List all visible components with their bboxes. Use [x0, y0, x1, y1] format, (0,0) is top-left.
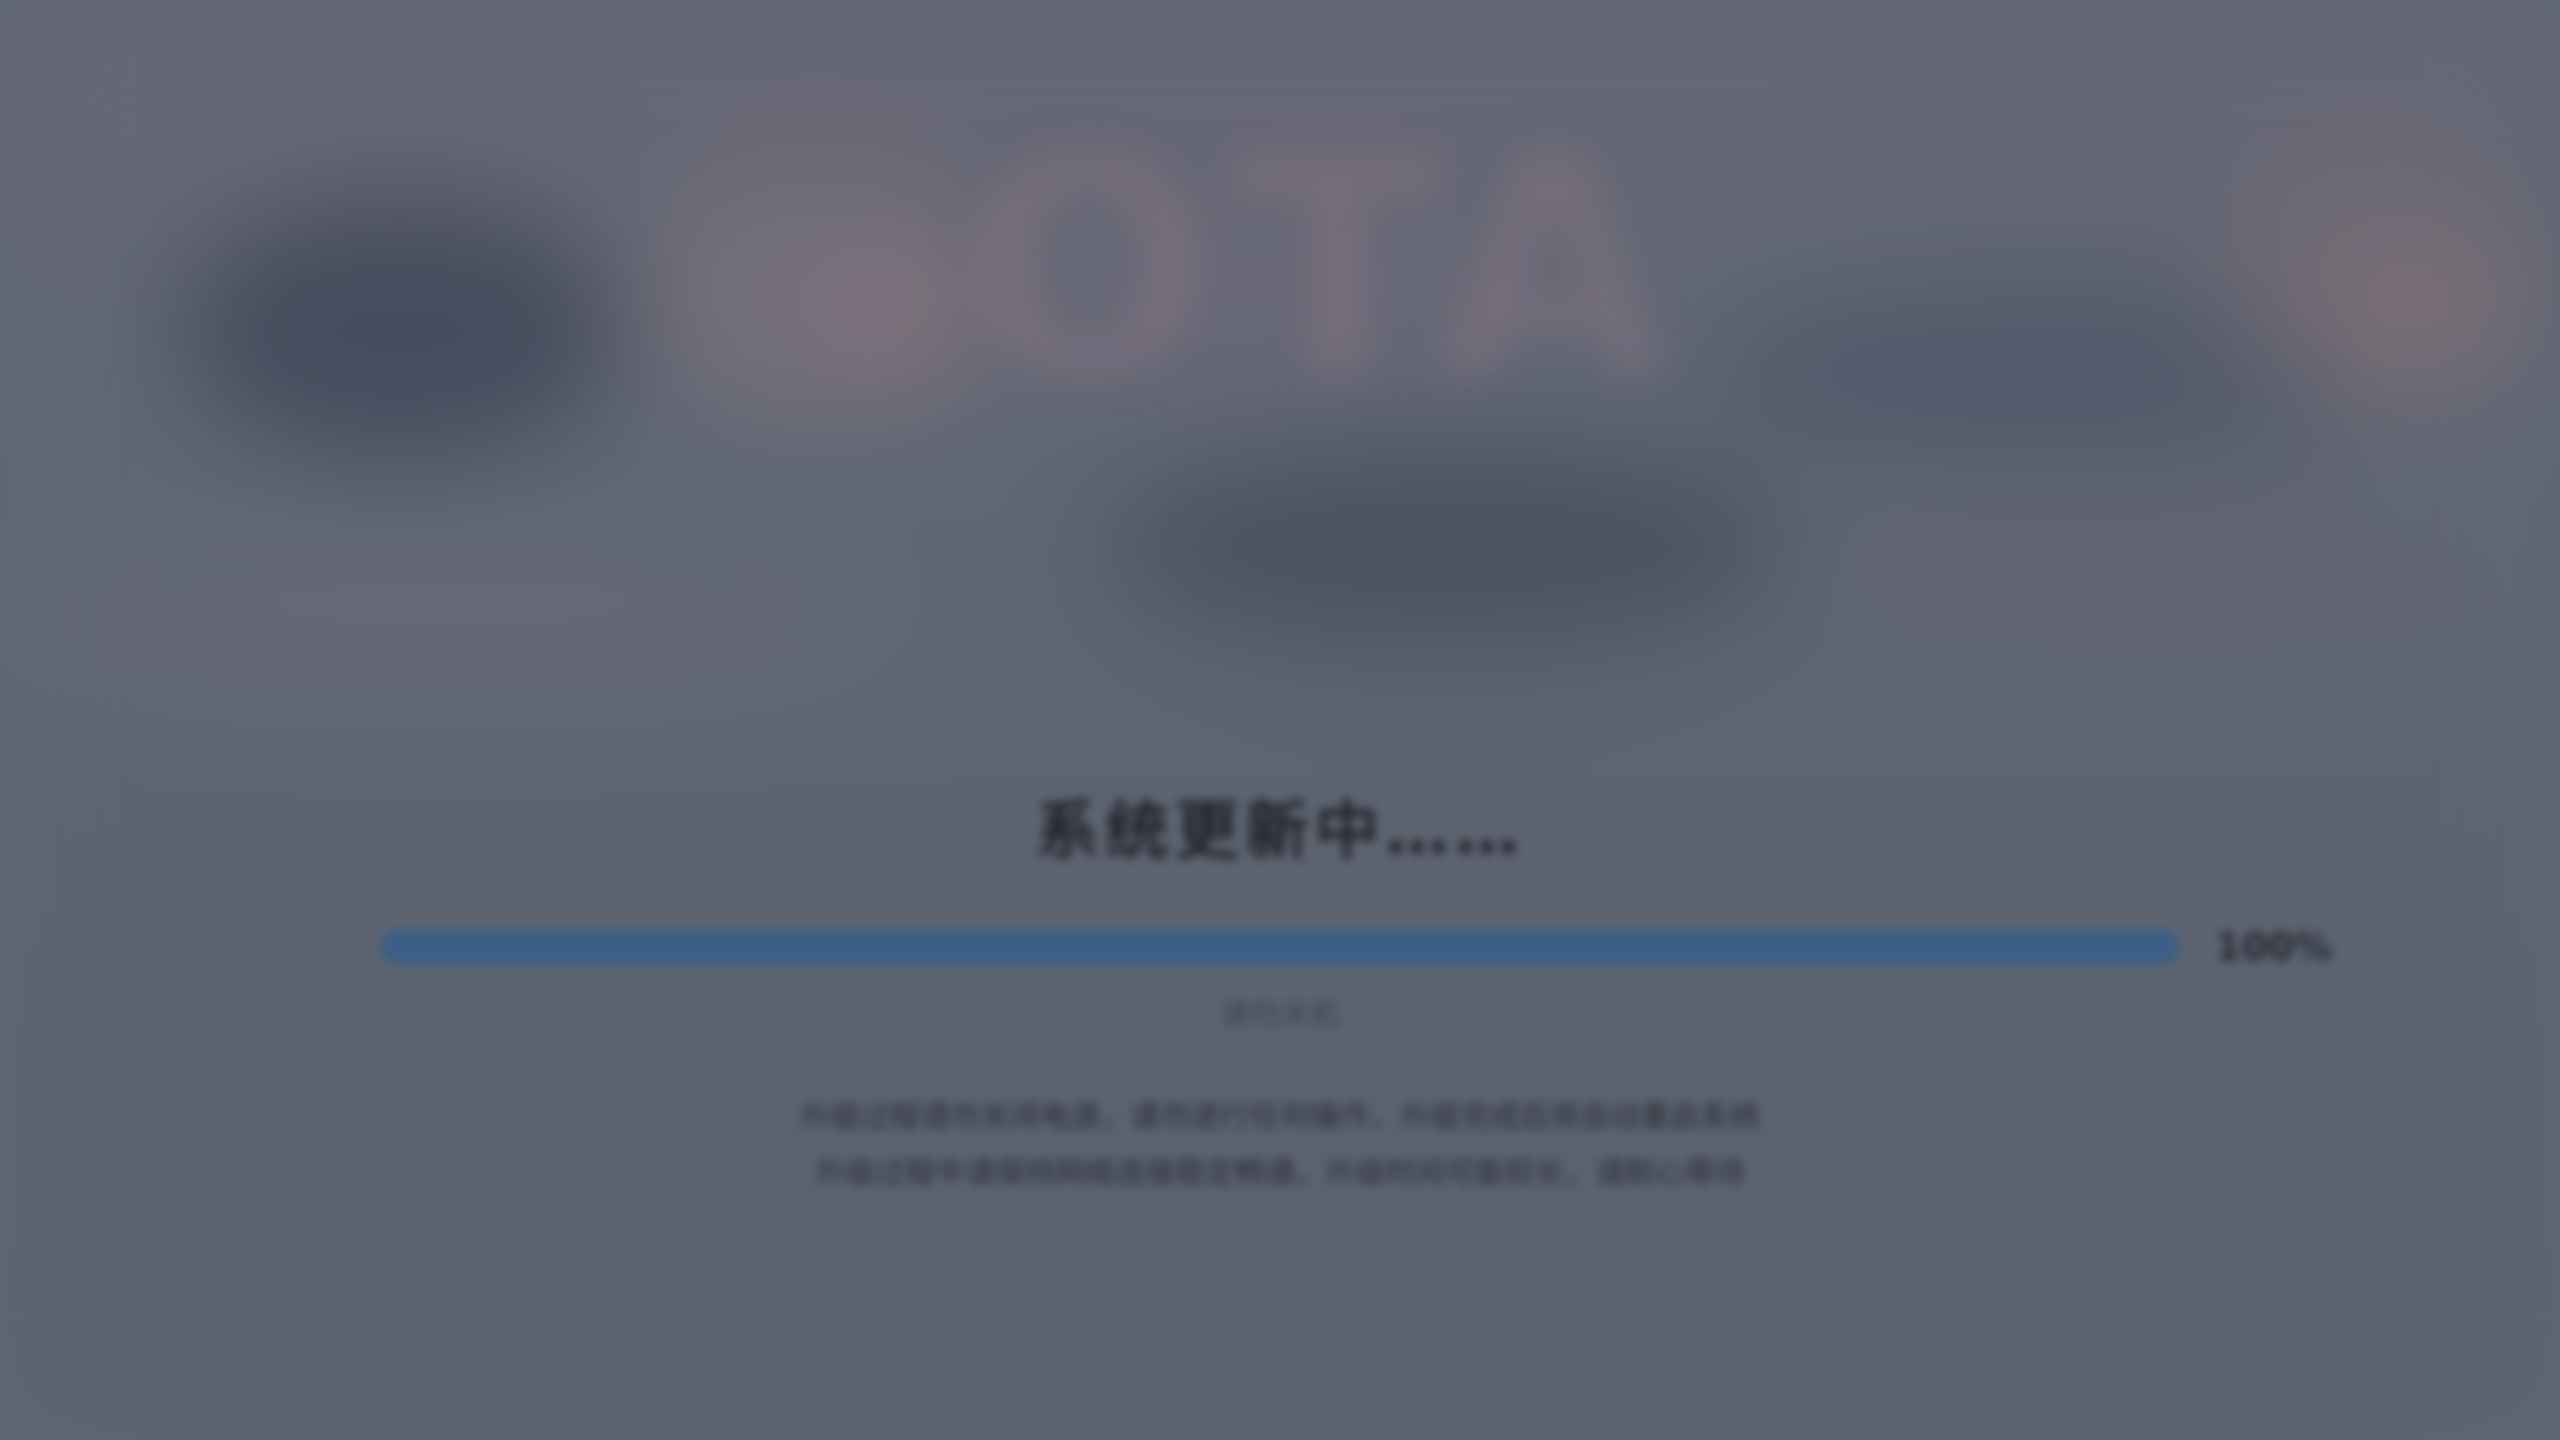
- update-title: 系统更新中……: [1035, 795, 1525, 869]
- update-content: 系统更新中…… 100% 请勿关机 升级过程请勿关闭电源，请勿进行任何操作，升级…: [0, 0, 2560, 1440]
- update-notice: 升级过程请勿关闭电源，请勿进行任何操作，升级完成后将自动重启系统 升级过程中请保…: [600, 1090, 1960, 1202]
- notice-line-1: 升级过程请勿关闭电源，请勿进行任何操作，升级完成后将自动重启系统: [800, 1100, 1760, 1135]
- notice-line-2: 升级过程中请保持网络连接稳定畅通，升级时间可能较长，请耐心等待: [815, 1156, 1745, 1191]
- ota-update-screen: OTA 系统更新中…… 100% 请勿关机 升级过程请勿关闭电源，请勿进行任何操…: [0, 0, 2560, 1440]
- progress-status-text: 请勿关机: [1220, 998, 1340, 1033]
- update-progress-fill: [380, 930, 2180, 964]
- progress-percent-label: 100%: [2215, 925, 2333, 969]
- update-progress-bar: [380, 930, 2180, 964]
